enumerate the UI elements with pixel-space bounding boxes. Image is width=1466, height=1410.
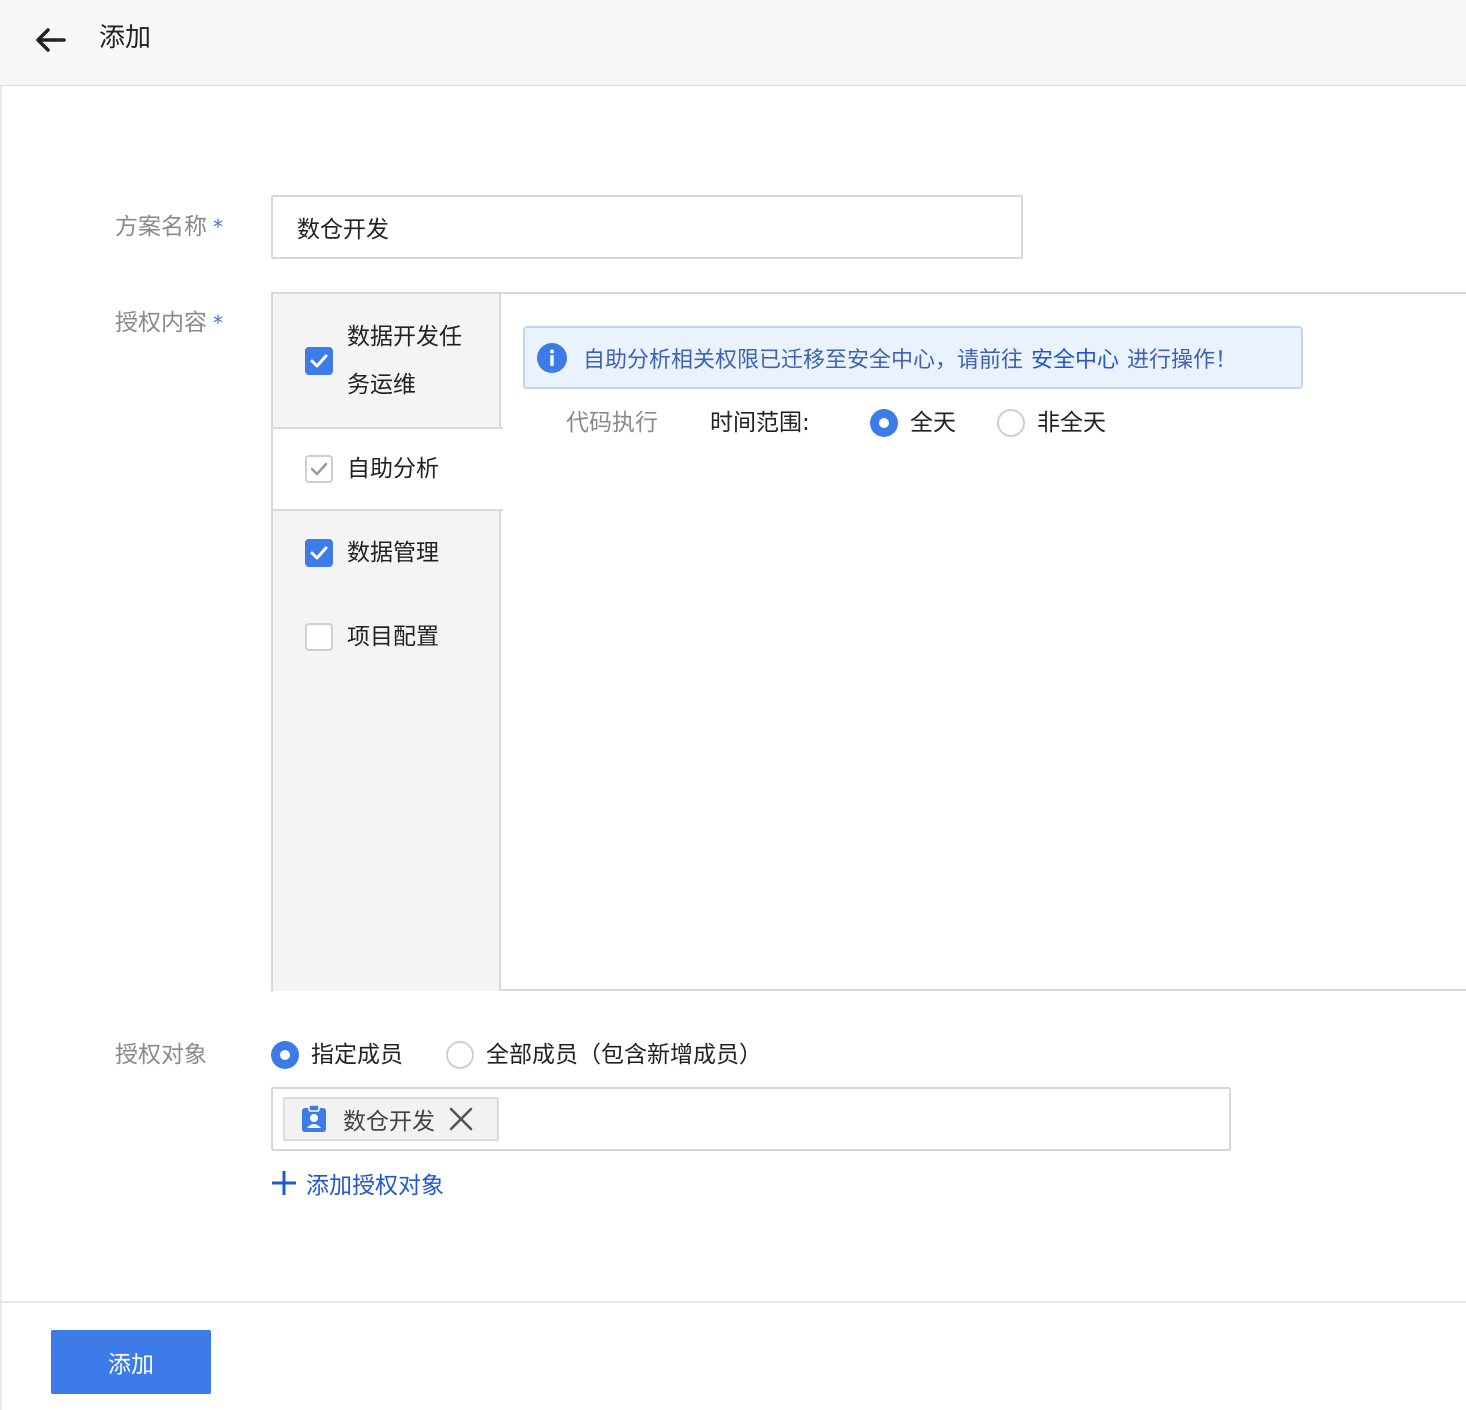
back-button[interactable] (28, 20, 72, 60)
page-header: 添加 (0, 0, 1466, 86)
category-item-data-management[interactable]: 数据管理 (273, 511, 501, 595)
category-list: 数据开发任 务运维 自助分析 数据管理 项目配置 (273, 294, 503, 991)
radio-label: 全天 (910, 410, 956, 436)
checkbox-unchecked-icon[interactable] (305, 623, 333, 651)
close-icon (449, 1107, 473, 1131)
notice-text: 自助分析相关权限已迁移至安全中心，请前往 安全中心 进行操作！ (583, 342, 1237, 374)
arrow-left-icon (36, 28, 66, 52)
radio-label: 非全天 (1037, 410, 1106, 436)
checkbox-checked-icon[interactable] (305, 346, 333, 375)
radio-label: 指定成员 (311, 1042, 403, 1068)
category-label: 自助分析 (347, 456, 439, 482)
required-mark: * (213, 311, 223, 335)
category-label: 项目配置 (347, 624, 439, 650)
plan-name-label-text: 方案名称 (115, 214, 207, 240)
auth-content-label: 授权内容 * (115, 307, 223, 339)
left-divider (0, 86, 2, 1410)
category-item-self-analysis[interactable]: 自助分析 (273, 427, 503, 511)
radio-not-all-day[interactable]: 非全天 (997, 407, 1106, 439)
auth-content-panel: 数据开发任 务运维 自助分析 数据管理 项目配置 自助分析相关权限已迁移至安全中… (271, 292, 1466, 991)
auth-object-label: 授权对象 (115, 1042, 207, 1068)
tag-remove-button[interactable] (449, 1107, 473, 1131)
category-label-line2: 务运维 (347, 371, 416, 398)
notice-text-before: 自助分析相关权限已迁移至安全中心，请前往 (583, 347, 1024, 373)
badge-icon (302, 1105, 326, 1132)
security-center-link[interactable]: 安全中心 (1031, 348, 1119, 373)
radio-all-day[interactable]: 全天 (870, 407, 956, 439)
footer-divider (0, 1301, 1466, 1303)
page-title: 添加 (99, 23, 152, 53)
category-label: 数据管理 (347, 540, 439, 566)
category-label: 数据开发任 务运维 (347, 313, 462, 409)
member-tag: 数仓开发 (283, 1097, 499, 1141)
auth-content-label-text: 授权内容 (115, 310, 207, 336)
category-item-project-config[interactable]: 项目配置 (273, 595, 501, 679)
required-mark: * (213, 215, 223, 239)
plan-name-label: 方案名称 * (115, 211, 223, 243)
radio-all-members[interactable]: 全部成员（包含新增成员） (446, 1039, 762, 1071)
plus-icon (272, 1171, 296, 1195)
checkbox-checked-icon[interactable] (305, 539, 333, 567)
code-exec-label: 代码执行 (566, 410, 658, 436)
submit-add-button[interactable]: 添加 (51, 1330, 211, 1394)
time-range-label: 时间范围: (710, 410, 810, 436)
info-notice: 自助分析相关权限已迁移至安全中心，请前往 安全中心 进行操作！ (523, 326, 1303, 389)
member-select-input[interactable]: 数仓开发 (271, 1087, 1231, 1151)
radio-specified-members[interactable]: 指定成员 (271, 1039, 403, 1071)
radio-selected-icon[interactable] (870, 409, 898, 437)
radio-unselected-icon[interactable] (446, 1041, 474, 1069)
info-icon (537, 342, 567, 373)
radio-unselected-icon[interactable] (997, 409, 1025, 437)
add-auth-object-label: 添加授权对象 (306, 1173, 444, 1199)
plan-name-input[interactable] (271, 195, 1023, 259)
add-auth-object-button[interactable]: 添加授权对象 (270, 1166, 444, 1200)
notice-text-after: 进行操作！ (1127, 347, 1238, 373)
radio-label: 全部成员（包含新增成员） (486, 1042, 762, 1068)
category-item-data-dev-ops[interactable]: 数据开发任 务运维 (273, 294, 501, 427)
radio-selected-icon[interactable] (271, 1041, 299, 1069)
member-tag-label: 数仓开发 (343, 1109, 435, 1135)
category-label-line1: 数据开发任 (347, 323, 462, 350)
checkbox-checked-disabled-icon[interactable] (305, 455, 333, 483)
